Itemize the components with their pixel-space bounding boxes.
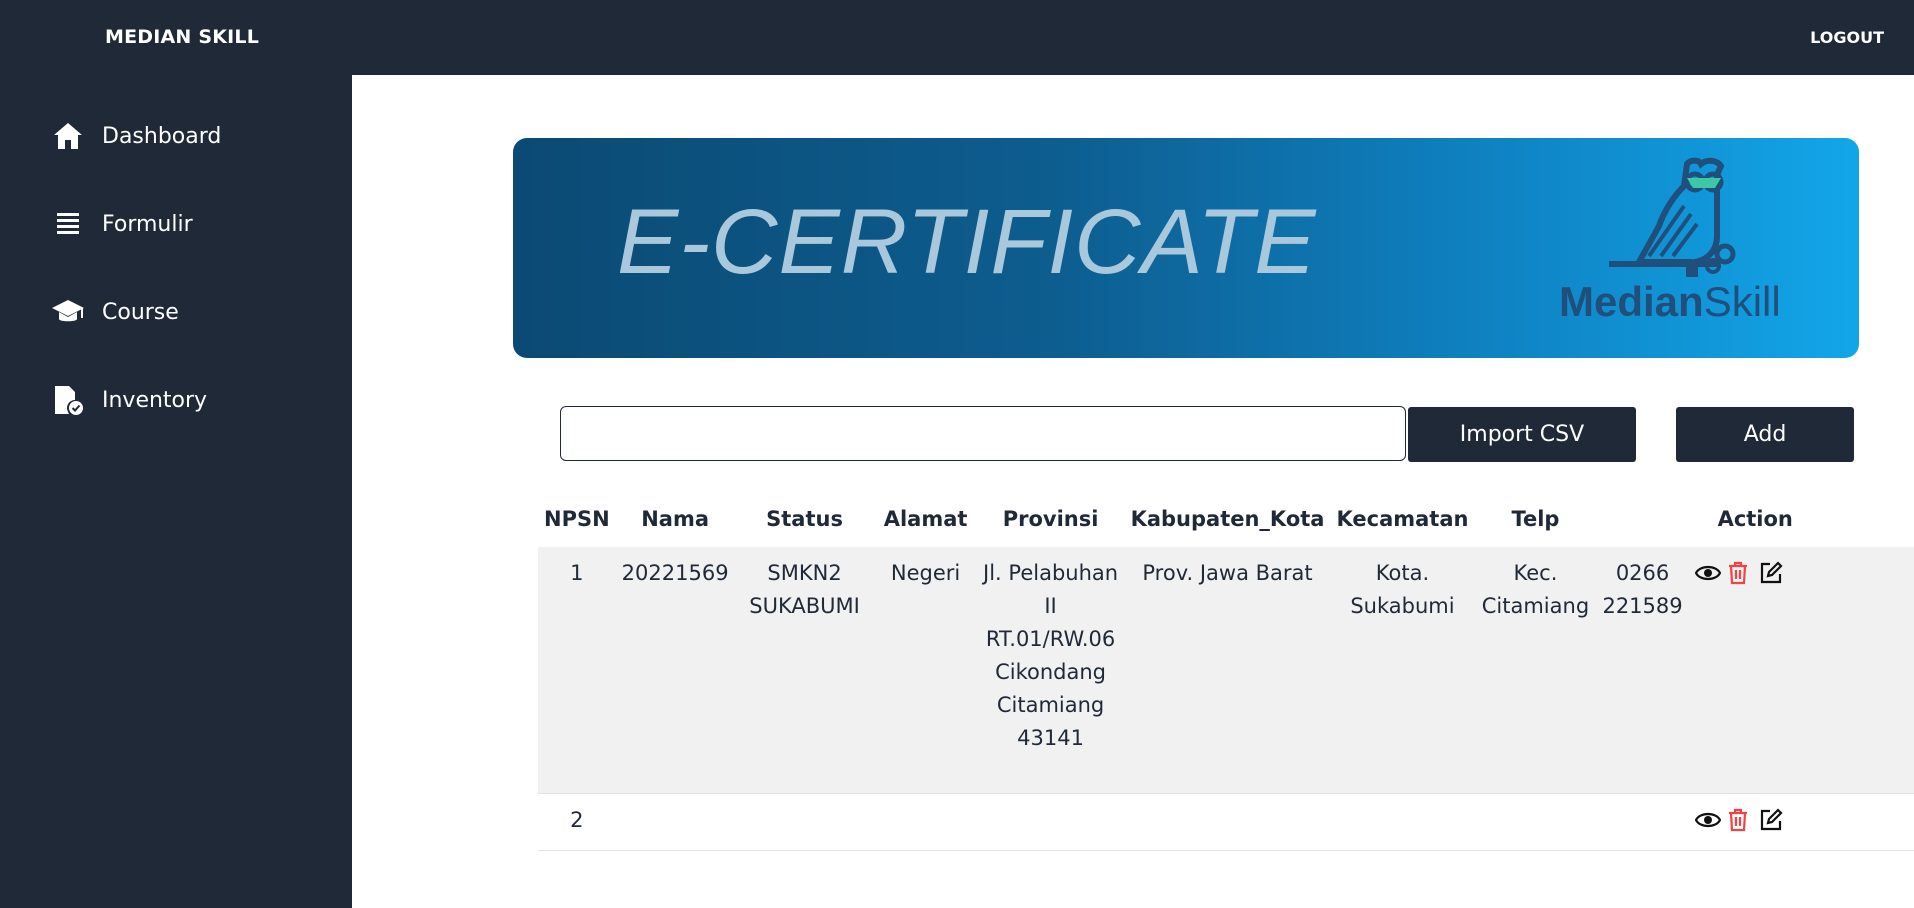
header-alamat: Alamat	[883, 507, 968, 531]
action-cell	[1688, 547, 1914, 794]
sidebar-item-label: Inventory	[102, 387, 208, 413]
cell-provinsi	[1124, 793, 1331, 851]
header-action: Action	[1717, 507, 1793, 531]
cell-no: 2	[538, 793, 616, 851]
add-button[interactable]: Add	[1676, 407, 1854, 462]
brand-title: MEDIAN SKILL	[105, 26, 260, 48]
table-row: 1 20221569 SMKN2 SUKABUMI Negeri Jl. Pel…	[538, 547, 1914, 794]
sidebar: Dashboard Formulir Course Inventory	[0, 75, 352, 908]
import-csv-button[interactable]: Import CSV	[1408, 407, 1636, 462]
header-kabupaten-kota: Kabupaten_Kota	[1130, 507, 1325, 531]
edit-icon[interactable]	[1759, 808, 1783, 832]
cell-telp	[1596, 793, 1689, 851]
cell-provinsi: Prov. Jawa Barat	[1124, 547, 1331, 794]
cell-status	[874, 793, 977, 851]
cell-npsn: 20221569	[615, 547, 735, 794]
eye-icon[interactable]	[1694, 808, 1721, 832]
banner-title: E-CERTIFICATE	[617, 191, 1317, 293]
logo-text-bold: Median	[1559, 278, 1704, 325]
sidebar-item-course[interactable]: Course	[50, 292, 179, 332]
home-icon	[50, 118, 86, 154]
median-skill-logo-text: MedianSkill	[1559, 278, 1781, 326]
sidebar-item-inventory[interactable]: Inventory	[50, 380, 207, 420]
cell-kabupaten-kota: Kota. Sukabumi	[1330, 547, 1475, 794]
cell-nama: SMKN2 SUKABUMI	[734, 547, 875, 794]
header-nama: Nama	[641, 507, 710, 531]
top-bar: MEDIAN SKILL LOGOUT	[0, 0, 1914, 75]
action-cell	[1688, 793, 1914, 851]
sidebar-item-formulir[interactable]: Formulir	[50, 204, 193, 244]
header-status: Status	[766, 507, 843, 531]
table-row: 2	[538, 793, 1914, 851]
school-table: NPSN Nama Status Alamat Provinsi Kabupat…	[538, 491, 1914, 851]
cell-alamat: Jl. Pelabuhan II RT.01/RW.06 Cikondang C…	[976, 547, 1125, 794]
header-provinsi: Provinsi	[1002, 507, 1099, 531]
cell-telp: 0266 221589	[1596, 547, 1689, 794]
edit-icon[interactable]	[1759, 561, 1783, 585]
cell-kecamatan: Kec. Citamiang	[1474, 547, 1597, 794]
sidebar-item-label: Formulir	[102, 211, 193, 237]
cell-kabupaten-kota	[1330, 793, 1475, 851]
graduation-cap-icon	[50, 294, 86, 330]
table-header-row: NPSN Nama Status Alamat Provinsi Kabupat…	[538, 491, 1914, 547]
logout-button[interactable]: LOGOUT	[1810, 28, 1884, 47]
cell-kecamatan	[1474, 793, 1597, 851]
sidebar-item-dashboard[interactable]: Dashboard	[50, 116, 221, 156]
sidebar-item-label: Dashboard	[102, 123, 222, 149]
file-check-icon	[50, 382, 86, 418]
certificate-banner: E-CERTIFICATE MedianSkill	[513, 138, 1859, 358]
list-icon	[50, 206, 86, 242]
search-input[interactable]	[560, 406, 1406, 461]
cell-nama	[734, 793, 875, 851]
header-kecamatan: Kecamatan	[1336, 507, 1469, 531]
logo-text-light: Skill	[1703, 278, 1781, 325]
cell-alamat	[976, 793, 1125, 851]
cell-status: Negeri	[874, 547, 977, 794]
header-npsn: NPSN	[544, 507, 610, 531]
eye-icon[interactable]	[1694, 561, 1721, 585]
header-telp: Telp	[1511, 507, 1560, 531]
sidebar-item-label: Course	[102, 299, 179, 325]
trash-icon[interactable]	[1727, 561, 1751, 585]
main-content: E-CERTIFICATE MedianSkill Import CSV Add…	[352, 75, 1914, 908]
trash-icon[interactable]	[1727, 808, 1751, 832]
cell-npsn	[615, 793, 735, 851]
cell-no: 1	[538, 547, 616, 794]
owl-logo-icon	[1609, 157, 1736, 277]
